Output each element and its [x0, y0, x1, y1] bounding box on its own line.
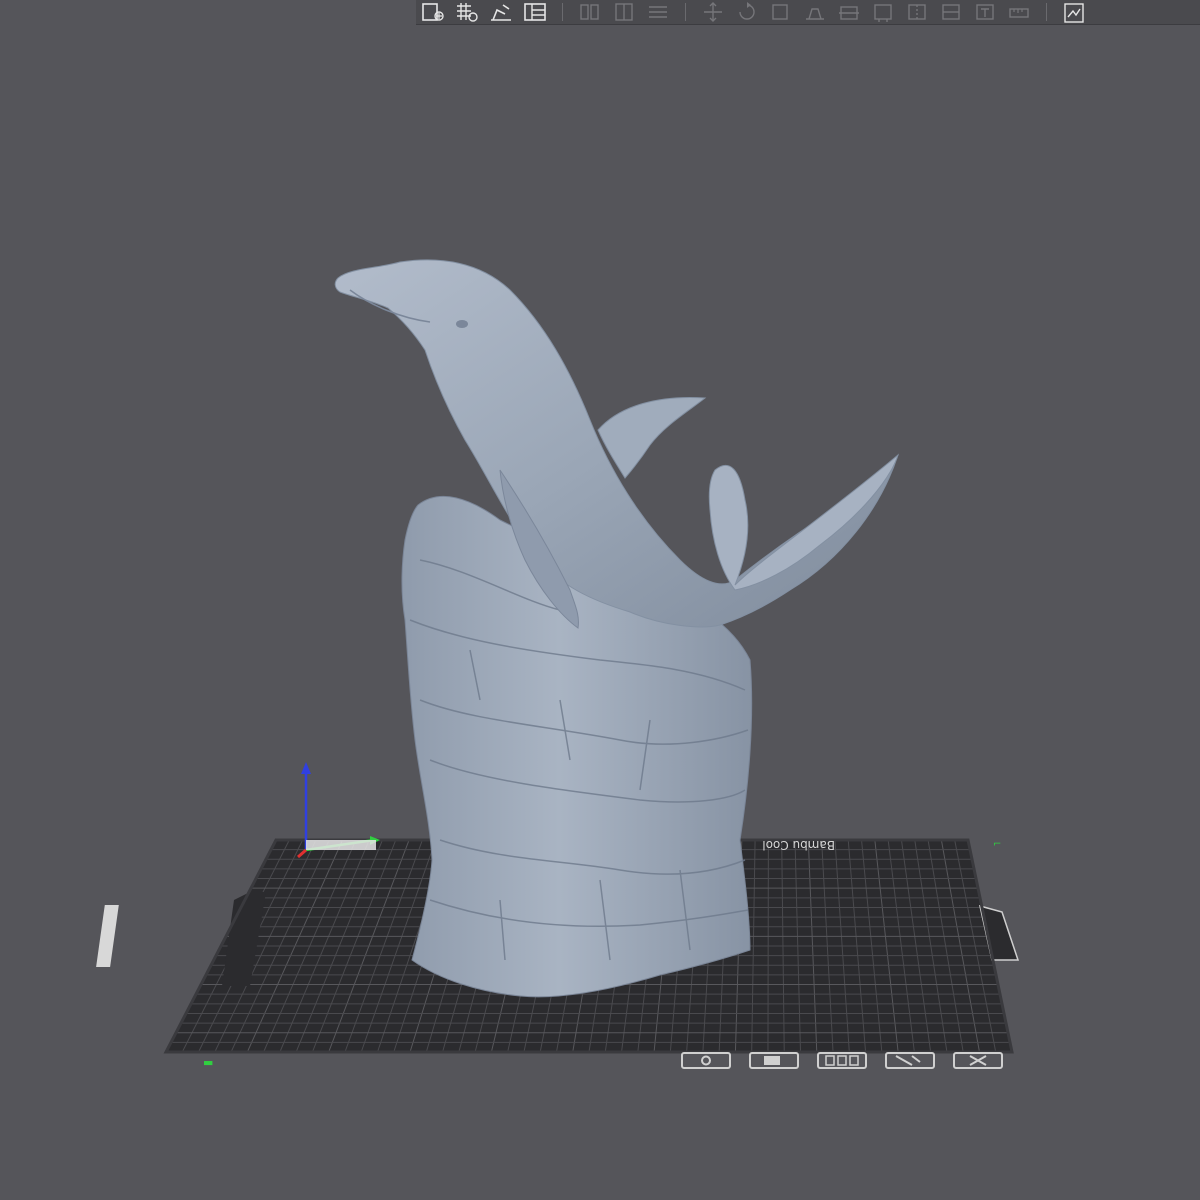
bed-corner-marker: ⌐	[993, 839, 1001, 850]
color-paint-icon	[942, 4, 960, 20]
split-objects-icon	[580, 4, 599, 20]
layers-icon	[649, 6, 667, 18]
toolbar-separator	[1046, 3, 1047, 21]
lay-on-face-button[interactable]	[798, 0, 832, 24]
plate-view-icon[interactable]	[681, 1052, 731, 1069]
move-button[interactable]	[696, 0, 730, 24]
top-toolbar	[416, 0, 1200, 25]
support-paint-button[interactable]	[866, 0, 900, 24]
axis-gizmo	[297, 762, 380, 859]
move-icon	[704, 2, 722, 22]
layout-button[interactable]	[518, 0, 552, 24]
split-parts-button[interactable]	[607, 0, 641, 24]
plate-arrange-icon[interactable]	[817, 1052, 867, 1069]
arrange-grid-button[interactable]	[450, 0, 484, 24]
3d-viewport[interactable]: Bambu Cool ⌐ ▬	[0, 0, 1200, 1200]
cut-icon	[839, 6, 859, 20]
scale-button[interactable]	[764, 0, 798, 24]
rotate-button[interactable]	[730, 0, 764, 24]
toolbar-separator	[562, 3, 563, 21]
plate-delete-icon[interactable]	[953, 1052, 1003, 1069]
toolbar-separator	[685, 3, 686, 21]
add-plate-icon	[422, 3, 444, 21]
layout-icon	[524, 3, 546, 21]
layers-button[interactable]	[641, 0, 675, 24]
split-parts-icon	[615, 3, 633, 21]
add-plate-button[interactable]	[416, 0, 450, 24]
support-paint-icon	[874, 4, 892, 22]
orient-button[interactable]	[484, 0, 518, 24]
orient-icon	[491, 4, 511, 21]
emboss-button[interactable]	[968, 0, 1002, 24]
measure-icon	[1009, 8, 1029, 18]
cut-button[interactable]	[832, 0, 866, 24]
seam-paint-icon	[908, 4, 926, 20]
measure-button[interactable]	[1002, 0, 1036, 24]
split-objects-button[interactable]	[573, 0, 607, 24]
plate-lock-icon[interactable]	[749, 1052, 799, 1069]
bed-brand-label: Bambu Cool	[762, 838, 835, 852]
emboss-icon	[976, 4, 994, 20]
plate-settings-icon[interactable]	[885, 1052, 935, 1069]
lay-on-face-icon	[806, 8, 824, 20]
arrange-grid-icon	[457, 3, 478, 22]
plate-toolbar	[681, 1052, 1003, 1069]
scale-icon	[772, 4, 788, 20]
seam-paint-button[interactable]	[900, 0, 934, 24]
assembly-view-button[interactable]	[1057, 0, 1091, 24]
color-paint-button[interactable]	[934, 0, 968, 24]
assembly-view-icon	[1064, 3, 1084, 23]
bed-origin-marker: ▬	[203, 1056, 213, 1069]
rotate-icon	[739, 2, 755, 20]
